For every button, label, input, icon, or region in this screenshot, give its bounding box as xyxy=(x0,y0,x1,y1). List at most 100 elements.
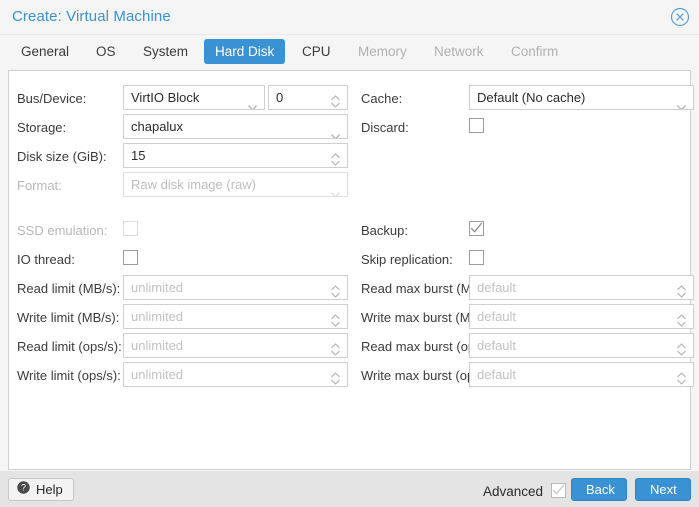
field-label-disk-size-gib: Disk size (GiB): xyxy=(17,149,107,164)
field-row-discard: Discard: xyxy=(357,114,698,142)
field-label-write-limit-mb-s: Write limit (MB/s): xyxy=(17,310,120,325)
spinner-disk-size-gib[interactable]: 15 xyxy=(123,143,348,168)
help-button-label: Help xyxy=(36,482,63,497)
field-row-disk-size-gib: Disk size (GiB): 15 xyxy=(13,143,352,171)
advanced-checkbox[interactable] xyxy=(551,483,566,498)
select-value-storage: chapalux xyxy=(131,119,184,134)
wizard-tabbar: General OS System Hard Disk CPU Memory Network… xyxy=(0,35,699,68)
field-row-write-max-burst-ops: Write max burst (ops): default xyxy=(357,362,698,390)
select-value-bus-device: VirtIO Block xyxy=(131,90,200,105)
spinner-value-write-limit-ops-s: unlimited xyxy=(131,367,184,382)
window-titlebar: Create: Virtual Machine xyxy=(0,0,699,35)
field-label-write-limit-ops-s: Write limit (ops/s): xyxy=(17,368,121,383)
field-label-storage: Storage: xyxy=(17,120,67,135)
select-value-cache: Default (No cache) xyxy=(477,90,586,105)
spinner-value-read-max-burst-mb: default xyxy=(477,280,517,295)
spinner-arrows-icon[interactable] xyxy=(677,369,686,385)
spinner-arrows-icon[interactable] xyxy=(331,340,340,356)
field-row-bus-device: Bus/Device: VirtIO Block 0 xyxy=(13,85,352,113)
tab-cpu[interactable]: CPU xyxy=(291,39,342,64)
spinner-write-limit-ops-s[interactable]: unlimited xyxy=(123,362,348,387)
checkbox-ssd-emulation xyxy=(123,221,138,236)
field-label-format: Format: xyxy=(17,178,62,193)
field-label-skip-replication: Skip replication: xyxy=(361,252,453,267)
spinner-value-read-limit-ops-s: unlimited xyxy=(131,338,184,353)
spinner-arrows-icon[interactable] xyxy=(331,311,340,327)
field-label-read-limit-mb-s: Read limit (MB/s): xyxy=(17,281,121,296)
field-label-backup: Backup: xyxy=(361,223,408,238)
spinner-value-disk-size-gib: 15 xyxy=(131,148,146,163)
spinner-value-write-max-burst-ops: default xyxy=(477,367,517,382)
spinner-arrows-icon[interactable] xyxy=(331,369,340,385)
spinner-value-write-limit-mb-s: unlimited xyxy=(131,309,184,324)
spinner-value-device-id: 0 xyxy=(276,90,284,105)
field-row-ssd-emulation: SSD emulation: xyxy=(13,217,352,245)
field-row-skip-replication: Skip replication: xyxy=(357,246,698,274)
checkbox-discard[interactable] xyxy=(469,118,484,133)
tab-system[interactable]: System xyxy=(132,39,199,64)
checkbox-backup[interactable] xyxy=(469,221,484,236)
field-row-write-limit-mb-s: Write limit (MB/s): unlimited xyxy=(13,304,352,332)
spinner-read-max-burst-mb[interactable]: default xyxy=(469,275,694,300)
svg-text:?: ? xyxy=(21,483,26,493)
chevron-down-icon xyxy=(331,182,340,196)
hard-disk-form-panel: Bus/Device: VirtIO Block 0 Storage: chapalux… xyxy=(8,70,694,470)
chevron-down-icon xyxy=(331,124,340,138)
advanced-label: Advanced xyxy=(482,484,543,499)
spinner-arrows-icon[interactable] xyxy=(677,282,686,298)
tab-os[interactable]: OS xyxy=(85,39,127,64)
spinner-write-max-burst-ops[interactable]: default xyxy=(469,362,694,387)
window-title: Create: Virtual Machine xyxy=(12,8,171,25)
spinner-arrows-icon[interactable] xyxy=(331,150,340,166)
checkbox-io-thread[interactable] xyxy=(123,250,138,265)
spinner-value-write-max-burst-mb: default xyxy=(477,309,517,324)
spinner-write-limit-mb-s[interactable]: unlimited xyxy=(123,304,348,329)
chevron-down-icon xyxy=(248,95,257,109)
field-label-bus-device: Bus/Device: xyxy=(17,91,87,106)
field-row-storage: Storage: chapalux xyxy=(13,114,352,142)
chevron-down-icon xyxy=(677,95,686,109)
close-icon[interactable] xyxy=(670,7,690,27)
spinner-write-max-burst-mb[interactable]: default xyxy=(469,304,694,329)
field-row-io-thread: IO thread: xyxy=(13,246,352,274)
field-label-io-thread: IO thread: xyxy=(17,252,75,267)
field-row-read-limit-ops-s: Read limit (ops/s): unlimited xyxy=(13,333,352,361)
back-button[interactable]: Back xyxy=(571,478,627,501)
spinner-arrows-icon[interactable] xyxy=(677,340,686,356)
spinner-read-limit-ops-s[interactable]: unlimited xyxy=(123,333,348,358)
select-value-format: Raw disk image (raw) xyxy=(131,177,256,192)
tab-confirm: Confirm xyxy=(511,44,559,59)
tab-hard-disk[interactable]: Hard Disk xyxy=(204,39,286,64)
field-row-cache: Cache: Default (No cache) xyxy=(357,85,698,113)
field-row-read-limit-mb-s: Read limit (MB/s): unlimited xyxy=(13,275,352,303)
spinner-arrows-icon[interactable] xyxy=(331,282,340,298)
field-row-write-limit-ops-s: Write limit (ops/s): unlimited xyxy=(13,362,352,390)
field-label-ssd-emulation: SSD emulation: xyxy=(17,223,108,238)
field-row-read-max-burst-ops: Read max burst (ops): default xyxy=(357,333,698,361)
select-bus-device[interactable]: VirtIO Block xyxy=(123,85,265,110)
spinner-device-id[interactable]: 0 xyxy=(268,85,348,110)
field-label-cache: Cache: xyxy=(361,91,403,106)
checkbox-skip-replication[interactable] xyxy=(469,250,484,265)
field-row-format: Format: Raw disk image (raw) xyxy=(13,172,352,200)
tab-network: Network xyxy=(434,44,484,59)
field-label-discard: Discard: xyxy=(361,120,409,135)
tab-general[interactable]: General xyxy=(10,39,80,64)
field-row-read-max-burst-mb: Read max burst (MB): default xyxy=(357,275,698,303)
select-cache[interactable]: Default (No cache) xyxy=(469,85,694,110)
spinner-arrows-icon[interactable] xyxy=(677,311,686,327)
spinner-read-max-burst-ops[interactable]: default xyxy=(469,333,694,358)
field-label-read-limit-ops-s: Read limit (ops/s): xyxy=(17,339,122,354)
field-row-backup: Backup: xyxy=(357,217,698,245)
question-circle-icon: ? xyxy=(17,479,30,500)
spinner-value-read-max-burst-ops: default xyxy=(477,338,517,353)
field-row-write-max-burst-mb: Write max burst (MB): default xyxy=(357,304,698,332)
next-button[interactable]: Next xyxy=(635,478,691,501)
select-format: Raw disk image (raw) xyxy=(123,172,348,197)
help-button[interactable]: ? Help xyxy=(8,478,74,501)
spinner-value-read-limit-mb-s: unlimited xyxy=(131,280,184,295)
select-storage[interactable]: chapalux xyxy=(123,114,348,139)
spinner-read-limit-mb-s[interactable]: unlimited xyxy=(123,275,348,300)
tab-memory: Memory xyxy=(358,44,407,59)
spinner-arrows-icon[interactable] xyxy=(331,92,340,108)
